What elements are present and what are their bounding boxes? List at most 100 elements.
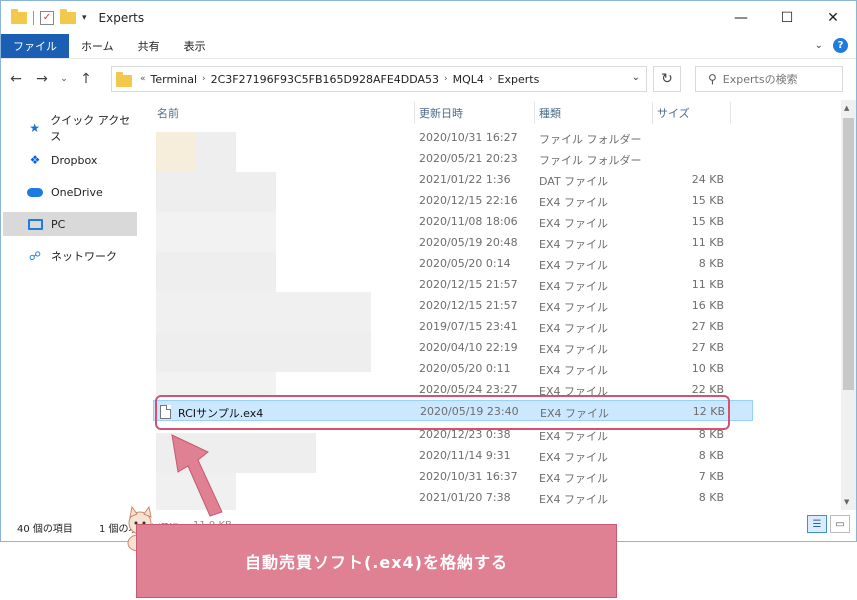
recent-locations-icon[interactable]: ⌄ [57,68,71,90]
file-size: 24 KB [691,173,724,186]
file-row[interactable]: 2020/10/31 16:37 EX4 ファイル 7 KB [153,466,753,487]
column-header-size[interactable]: サイズ [653,102,731,124]
file-type: EX4 ファイル [539,343,608,356]
item-count: 40 個の項目 [17,524,73,535]
file-row[interactable]: 2020/12/15 21:57 EX4 ファイル 16 KB [153,295,753,316]
sidebar-item-label: クイック アクセス [50,114,131,143]
file-size: 16 KB [691,299,724,312]
highlight-box [155,395,730,430]
file-type: EX4 ファイル [539,196,608,209]
file-size: 7 KB [698,470,724,483]
column-header-type[interactable]: 種類^ [535,102,653,124]
file-row[interactable]: 2020/11/14 9:31 EX4 ファイル 8 KB [153,445,753,466]
sidebar-item-pc[interactable]: PC [3,212,137,236]
file-date: 2020/11/08 18:06 [419,215,518,228]
folder-icon [116,71,132,87]
scrollbar-thumb[interactable] [843,118,854,390]
sidebar-item-dropbox[interactable]: ❖ Dropbox [3,148,137,172]
forward-button[interactable]: → [31,68,53,90]
help-icon[interactable]: ? [833,38,848,53]
breadcrumb-terminal[interactable]: Terminal [151,73,198,86]
tab-file[interactable]: ファイル [1,34,69,58]
file-date: 2021/01/22 1:36 [419,173,511,186]
file-type: EX4 ファイル [539,238,608,251]
file-size: 8 KB [698,449,724,462]
file-row[interactable]: 2021/01/22 1:36 DAT ファイル 24 KB [153,169,753,190]
file-size: 8 KB [698,257,724,270]
file-date: 2020/04/10 22:19 [419,341,518,354]
sidebar-item-network[interactable]: ☍ ネットワーク [3,244,137,268]
sidebar-item-onedrive[interactable]: OneDrive [3,180,137,204]
search-box[interactable]: ⚲ [695,66,843,92]
quick-access-toolbar: ✓ ▾ [11,8,87,25]
scroll-down-icon[interactable]: ▼ [844,498,849,506]
vertical-scrollbar[interactable]: ▲ ▼ [841,100,856,510]
sidebar-item-label: Dropbox [51,153,98,167]
chevron-right-icon[interactable]: › [489,74,493,84]
column-header-date[interactable]: 更新日時 [415,102,535,124]
breadcrumb-terminal-id[interactable]: 2C3F27196F93C5FB165D928AFE4DDA53 [211,73,439,86]
details-view-icon[interactable]: ☰ [807,515,827,533]
file-row[interactable]: 2020/05/20 0:14 EX4 ファイル 8 KB [153,253,753,274]
file-size: 8 KB [698,491,724,504]
file-type: EX4 ファイル [539,451,608,464]
file-row[interactable]: 2020/11/08 18:06 EX4 ファイル 15 KB [153,211,753,232]
file-size: 11 KB [691,236,724,249]
customize-toolbar-icon[interactable]: ▾ [82,13,87,23]
search-input[interactable] [722,72,833,86]
scroll-up-icon[interactable]: ▲ [844,104,849,112]
chevron-right-icon[interactable]: › [202,74,206,84]
dropbox-icon: ❖ [29,153,41,167]
chevron-right-icon[interactable]: › [444,74,448,84]
file-row[interactable]: 2019/07/15 23:41 EX4 ファイル 27 KB [153,316,753,337]
minimize-button[interactable]: — [718,1,764,34]
sidebar-item-quick-access[interactable]: ★ クイック アクセス [3,114,137,143]
refresh-button[interactable]: ↻ [653,66,681,92]
ribbon-tabs: ファイル ホーム 共有 表示 ⌄ ? [1,34,856,58]
navigation-pane: ★ クイック アクセス ❖ Dropbox OneDrive PC ☍ ネットワ… [1,100,141,510]
large-icons-view-icon[interactable]: ▭ [830,515,850,533]
file-row[interactable]: 2020/04/10 22:19 EX4 ファイル 27 KB [153,337,753,358]
file-size: 15 KB [691,215,724,228]
sidebar-item-label: OneDrive [51,185,103,199]
expand-ribbon-icon[interactable]: ⌄ [815,40,823,51]
column-header-name[interactable]: 名前 [153,102,415,124]
file-date: 2020/05/21 20:23 [419,152,518,165]
file-row[interactable]: 2020/12/15 21:57 EX4 ファイル 11 KB [153,274,753,295]
new-folder-icon[interactable] [60,8,76,24]
file-date: 2020/05/20 0:11 [419,362,511,375]
breadcrumb-experts[interactable]: Experts [498,73,540,86]
close-button[interactable]: ✕ [810,1,856,34]
window-controls: — ☐ ✕ [718,1,856,34]
column-label: 種類 [539,107,561,120]
file-date: 2019/07/15 23:41 [419,320,518,333]
window-title: Experts [98,10,145,25]
up-button[interactable]: ↑ [75,68,97,90]
annotation-callout: 自動売買ソフト(.ex4)を格納する [136,524,617,598]
address-dropdown-icon[interactable]: ⌄ [632,72,640,83]
file-size: 27 KB [691,341,724,354]
file-row[interactable]: 2021/01/20 7:38 EX4 ファイル 8 KB [153,487,753,508]
file-date: 2020/05/19 20:48 [419,236,518,249]
address-bar[interactable]: « Terminal › 2C3F27196F93C5FB165D928AFE4… [111,66,647,92]
tab-home[interactable]: ホーム [69,34,126,58]
tab-view[interactable]: 表示 [172,34,218,58]
maximize-button[interactable]: ☐ [764,1,810,34]
back-button[interactable]: ← [5,68,27,90]
file-row[interactable]: 2020/05/21 20:23 ファイル フォルダー [153,148,753,169]
file-size: 27 KB [691,320,724,333]
file-row[interactable]: 2020/10/31 16:27 ファイル フォルダー [153,127,753,148]
breadcrumb-mql4[interactable]: MQL4 [453,73,484,86]
folder-icon [11,8,27,24]
navigation-bar: ← → ⌄ ↑ « Terminal › 2C3F27196F93C5FB165… [1,58,856,99]
file-date: 2020/10/31 16:37 [419,470,518,483]
tab-share[interactable]: 共有 [126,34,172,58]
file-row[interactable]: 2020/05/19 20:48 EX4 ファイル 11 KB [153,232,753,253]
file-row[interactable]: 2020/05/20 0:11 EX4 ファイル 10 KB [153,358,753,379]
properties-icon[interactable]: ✓ [40,10,54,25]
file-row[interactable]: 2020/12/15 22:16 EX4 ファイル 15 KB [153,190,753,211]
breadcrumb-overflow[interactable]: « [140,74,146,84]
annotation-arrow [171,434,223,517]
file-list: 名前 更新日時 種類^ サイズ 2020/10/31 16:27 ファイル フォル… [141,100,841,510]
search-icon: ⚲ [708,72,717,86]
